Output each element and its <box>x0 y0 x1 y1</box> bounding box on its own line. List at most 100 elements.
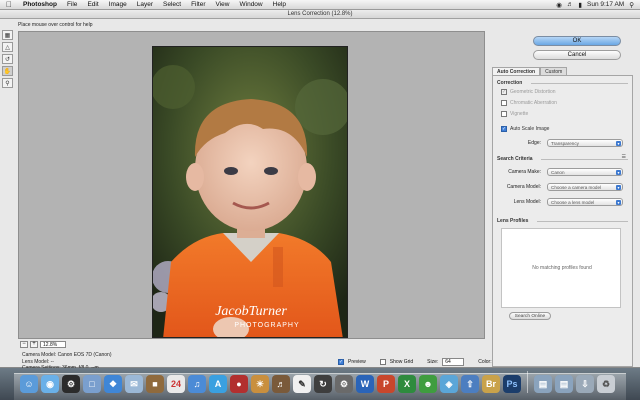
cancel-button[interactable]: Cancel <box>533 50 621 60</box>
menu-layer[interactable]: Layer <box>132 1 158 8</box>
finder-icon[interactable]: ☺ <box>20 375 38 393</box>
wifi-icon[interactable]: ◉ <box>556 1 562 9</box>
menu-file[interactable]: File <box>62 1 82 8</box>
address-book-icon[interactable]: ■ <box>146 375 164 393</box>
geometric-distortion-option: ✓ Geometric Distortion <box>501 89 556 95</box>
menu-window[interactable]: Window <box>235 1 268 8</box>
menu-edit[interactable]: Edit <box>82 1 103 8</box>
show-grid-label: Show Grid <box>389 359 414 365</box>
chevron-down-icon: ▾ <box>616 170 621 175</box>
edge-label: Edge: <box>527 140 541 146</box>
volume-icon[interactable]: ♬ <box>567 1 574 8</box>
dock: ☺ ◉ ⚙ □ ❖ ✉ ■ 24 ♫ A ● ☀ ♬ ✎ ↻ ⚙ W P X ☻… <box>0 368 640 400</box>
messenger-icon[interactable]: ☻ <box>419 375 437 393</box>
zoom-tool-icon[interactable]: ⚲ <box>2 78 13 88</box>
auto-scale-option: ✓ Auto Scale Image <box>501 126 549 132</box>
safari-icon[interactable]: ❖ <box>104 375 122 393</box>
apple-menu-icon[interactable]:  <box>0 0 18 9</box>
preview-options: ✓ Preview Show Grid Size: 64 Color: <box>338 358 510 366</box>
trash-icon[interactable]: ♻ <box>597 375 615 393</box>
zoom-level-field[interactable]: 12.8% <box>40 341 66 348</box>
camera-make-select[interactable]: Canon ▾ <box>547 168 623 176</box>
edge-select[interactable]: Transparency ▾ <box>547 139 623 147</box>
mail-icon[interactable]: ✉ <box>125 375 143 393</box>
section-divider <box>537 221 628 222</box>
word-icon[interactable]: W <box>356 375 374 393</box>
tab-custom[interactable]: Custom <box>540 67 568 75</box>
vignette-label: Vignette <box>510 111 529 117</box>
vignette-checkbox[interactable] <box>501 111 507 117</box>
zoom-out-button[interactable]: − <box>20 341 28 348</box>
bridge-icon[interactable]: Br <box>482 375 500 393</box>
applications-folder-icon[interactable]: ▤ <box>534 375 552 393</box>
tab-auto-correction[interactable]: Auto Correction <box>492 67 541 75</box>
chevron-down-icon: ▾ <box>616 200 621 205</box>
help-hint: Place mouse over control for help <box>18 22 93 28</box>
spotlight-icon[interactable]: ⚲ <box>629 1 634 9</box>
preview-label: Preview <box>348 359 366 365</box>
panel-body: Correction ✓ Geometric Distortion Chroma… <box>492 75 633 367</box>
app-store-icon[interactable]: A <box>209 375 227 393</box>
edge-select-value: Transparency <box>551 141 579 146</box>
dashboard-icon[interactable]: ◉ <box>41 375 59 393</box>
photo-booth-icon[interactable]: ● <box>230 375 248 393</box>
menu-image[interactable]: Image <box>104 1 132 8</box>
auto-scale-label: Auto Scale Image <box>510 126 550 132</box>
photoshop-icon[interactable]: Ps <box>503 375 521 393</box>
panel-tabs: Auto Correction Custom <box>492 67 633 75</box>
remove-distortion-tool-icon[interactable]: ▦ <box>2 30 13 40</box>
zoom-in-button[interactable]: + <box>30 341 38 348</box>
system-preferences-icon[interactable]: ⚙ <box>335 375 353 393</box>
documents-folder-icon[interactable]: ▤ <box>555 375 573 393</box>
geometric-distortion-checkbox[interactable]: ✓ <box>501 89 507 95</box>
menu-help[interactable]: Help <box>268 1 291 8</box>
clock[interactable]: Sun 9:17 AM <box>587 1 624 8</box>
lens-correction-dialog: Lens Correction (12.8%) Place mouse over… <box>0 10 640 371</box>
menu-select[interactable]: Select <box>158 1 186 8</box>
no-profiles-message: No matching profiles found <box>532 265 592 271</box>
powerpoint-icon[interactable]: P <box>377 375 395 393</box>
time-machine-icon[interactable]: ↻ <box>314 375 332 393</box>
camera-make-label: Camera Make: <box>508 169 541 175</box>
lens-model-select[interactable]: Choose a lens model ▾ <box>547 198 623 206</box>
camera-model-value: Choose a camera model <box>551 185 602 190</box>
watermark-sub: PHOTOGRAPHY <box>234 322 299 329</box>
calendar-icon[interactable]: 24 <box>167 375 185 393</box>
grid-size-field[interactable]: 64 <box>442 358 465 366</box>
tool-palette: ▦ △ ↺ ✋ ⚲ <box>2 30 14 90</box>
straighten-tool-icon[interactable]: △ <box>2 42 13 52</box>
chevron-down-icon: ▾ <box>616 185 621 190</box>
textedit-icon[interactable]: ✎ <box>293 375 311 393</box>
ok-button[interactable]: OK <box>533 36 621 46</box>
battery-icon[interactable]: ▮ <box>578 1 582 9</box>
preview-checkbox[interactable]: ✓ <box>338 359 344 365</box>
downloads-stack-icon[interactable]: ⇩ <box>576 375 594 393</box>
hand-tool-icon[interactable]: ✋ <box>2 66 13 76</box>
chromatic-aberration-checkbox[interactable] <box>501 100 507 106</box>
search-criteria-title: Search Criteria <box>497 156 533 162</box>
camera-make-value: Canon <box>551 170 565 175</box>
garageband-icon[interactable]: ♬ <box>272 375 290 393</box>
auto-scale-checkbox[interactable]: ✓ <box>501 126 507 132</box>
lens-model-label: Lens Model: <box>513 199 541 205</box>
preview-app-icon[interactable]: □ <box>83 375 101 393</box>
color-label: Color: <box>478 359 492 365</box>
move-grid-tool-icon[interactable]: ↺ <box>2 54 13 64</box>
menu-view[interactable]: View <box>211 1 235 8</box>
dialog-title: Lens Correction (12.8%) <box>0 10 640 19</box>
menu-photoshop[interactable]: Photoshop <box>18 1 62 8</box>
mission-control-icon[interactable]: ⚙ <box>62 375 80 393</box>
network-icon[interactable]: ◈ <box>440 375 458 393</box>
iphoto-icon[interactable]: ☀ <box>251 375 269 393</box>
itunes-icon[interactable]: ♫ <box>188 375 206 393</box>
show-grid-checkbox[interactable] <box>379 359 386 365</box>
upload-app-icon[interactable]: ⇧ <box>461 375 479 393</box>
excel-icon[interactable]: X <box>398 375 416 393</box>
search-online-button[interactable]: Search Online <box>509 312 551 320</box>
dock-icons: ☺ ◉ ⚙ □ ❖ ✉ ■ 24 ♫ A ● ☀ ♬ ✎ ↻ ⚙ W P X ☻… <box>20 369 615 393</box>
menu-filter[interactable]: Filter <box>186 1 210 8</box>
lens-profiles-list[interactable]: No matching profiles found <box>501 228 621 308</box>
preview-canvas[interactable]: JacobTurner PHOTOGRAPHY <box>18 31 485 339</box>
menu-flyout-icon[interactable]: ☰ <box>622 154 626 160</box>
camera-model-select[interactable]: Choose a camera model ▾ <box>547 183 623 191</box>
